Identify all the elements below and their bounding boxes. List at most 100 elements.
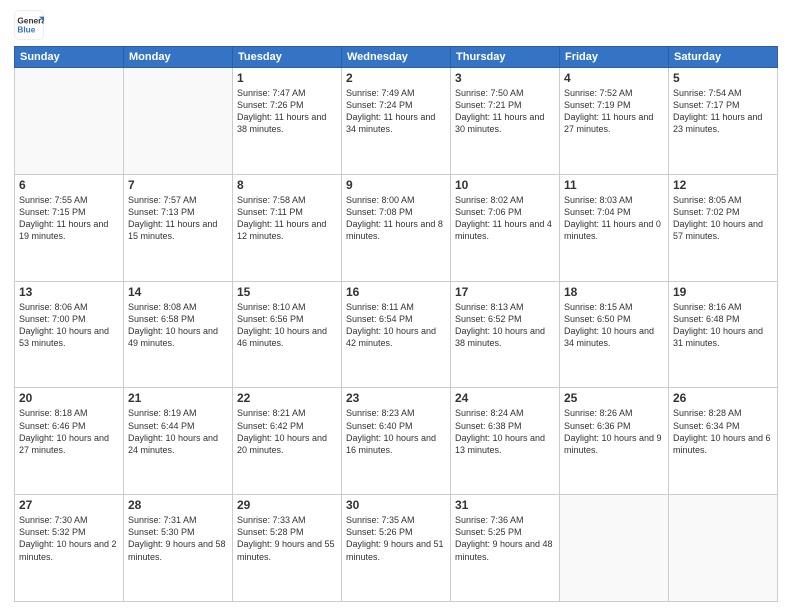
- day-info: Sunrise: 8:24 AM Sunset: 6:38 PM Dayligh…: [455, 407, 555, 456]
- logo-icon: General Blue: [14, 10, 44, 40]
- day-number: 14: [128, 285, 228, 299]
- day-info: Sunrise: 8:21 AM Sunset: 6:42 PM Dayligh…: [237, 407, 337, 456]
- calendar-week-row: 27 Sunrise: 7:30 AM Sunset: 5:32 PM Dayli…: [15, 495, 778, 602]
- calendar-week-row: 6Sunrise: 7:55 AM Sunset: 7:15 PM Daylig…: [15, 174, 778, 281]
- calendar-cell: 13 Sunrise: 8:06 AM Sunset: 7:00 PM Dayli…: [15, 281, 124, 388]
- calendar-header-row: SundayMondayTuesdayWednesdayThursdayFrid…: [15, 47, 778, 68]
- day-number: 26: [673, 391, 773, 405]
- calendar-cell: 3 Sunrise: 7:50 AM Sunset: 7:21 PM Daylig…: [451, 68, 560, 175]
- day-number: 3: [455, 71, 555, 85]
- calendar-cell: 27 Sunrise: 7:30 AM Sunset: 5:32 PM Dayli…: [15, 495, 124, 602]
- calendar-cell: 18 Sunrise: 8:15 AM Sunset: 6:50 PM Dayli…: [560, 281, 669, 388]
- day-info: Sunrise: 8:28 AM Sunset: 6:34 PM Dayligh…: [673, 407, 773, 456]
- weekday-header: Wednesday: [342, 47, 451, 68]
- day-number: 13: [19, 285, 119, 299]
- day-number: 1: [237, 71, 337, 85]
- calendar-cell: 30Sunrise: 7:35 AM Sunset: 5:26 PM Dayli…: [342, 495, 451, 602]
- calendar-cell: 6Sunrise: 7:55 AM Sunset: 7:15 PM Daylig…: [15, 174, 124, 281]
- day-number: 19: [673, 285, 773, 299]
- day-info: Sunrise: 8:16 AM Sunset: 6:48 PM Dayligh…: [673, 301, 773, 350]
- calendar-week-row: 20Sunrise: 8:18 AM Sunset: 6:46 PM Dayli…: [15, 388, 778, 495]
- day-number: 6: [19, 178, 119, 192]
- day-number: 8: [237, 178, 337, 192]
- calendar-cell: 8 Sunrise: 7:58 AM Sunset: 7:11 PM Daylig…: [233, 174, 342, 281]
- calendar-cell: 16 Sunrise: 8:11 AM Sunset: 6:54 PM Dayli…: [342, 281, 451, 388]
- day-info: Sunrise: 8:10 AM Sunset: 6:56 PM Dayligh…: [237, 301, 337, 350]
- day-info: Sunrise: 8:26 AM Sunset: 6:36 PM Dayligh…: [564, 407, 664, 456]
- calendar-cell: 10 Sunrise: 8:02 AM Sunset: 7:06 PM Dayli…: [451, 174, 560, 281]
- day-info: Sunrise: 7:47 AM Sunset: 7:26 PM Dayligh…: [237, 87, 337, 136]
- calendar-cell: 2 Sunrise: 7:49 AM Sunset: 7:24 PM Daylig…: [342, 68, 451, 175]
- day-info: Sunrise: 7:31 AM Sunset: 5:30 PM Dayligh…: [128, 514, 228, 563]
- calendar-cell: 9 Sunrise: 8:00 AM Sunset: 7:08 PM Daylig…: [342, 174, 451, 281]
- day-number: 10: [455, 178, 555, 192]
- day-number: 17: [455, 285, 555, 299]
- weekday-header: Tuesday: [233, 47, 342, 68]
- calendar-cell: [560, 495, 669, 602]
- calendar-cell: 1 Sunrise: 7:47 AM Sunset: 7:26 PM Daylig…: [233, 68, 342, 175]
- day-info: Sunrise: 7:30 AM Sunset: 5:32 PM Dayligh…: [19, 514, 119, 563]
- day-info: Sunrise: 8:00 AM Sunset: 7:08 PM Dayligh…: [346, 194, 446, 243]
- day-info: Sunrise: 8:11 AM Sunset: 6:54 PM Dayligh…: [346, 301, 446, 350]
- calendar-cell: 25Sunrise: 8:26 AM Sunset: 6:36 PM Dayli…: [560, 388, 669, 495]
- logo: General Blue: [14, 10, 48, 40]
- day-number: 2: [346, 71, 446, 85]
- calendar-cell: 14Sunrise: 8:08 AM Sunset: 6:58 PM Dayli…: [124, 281, 233, 388]
- header: General Blue: [14, 10, 778, 40]
- day-number: 23: [346, 391, 446, 405]
- calendar-cell: 21 Sunrise: 8:19 AM Sunset: 6:44 PM Dayli…: [124, 388, 233, 495]
- calendar-cell: 22 Sunrise: 8:21 AM Sunset: 6:42 PM Dayli…: [233, 388, 342, 495]
- day-info: Sunrise: 7:36 AM Sunset: 5:25 PM Dayligh…: [455, 514, 555, 563]
- calendar-cell: 15 Sunrise: 8:10 AM Sunset: 6:56 PM Dayli…: [233, 281, 342, 388]
- calendar-week-row: 13 Sunrise: 8:06 AM Sunset: 7:00 PM Dayli…: [15, 281, 778, 388]
- day-info: Sunrise: 8:19 AM Sunset: 6:44 PM Dayligh…: [128, 407, 228, 456]
- calendar-cell: 11 Sunrise: 8:03 AM Sunset: 7:04 PM Dayli…: [560, 174, 669, 281]
- day-info: Sunrise: 7:57 AM Sunset: 7:13 PM Dayligh…: [128, 194, 228, 243]
- day-number: 28: [128, 498, 228, 512]
- calendar-cell: [124, 68, 233, 175]
- day-number: 22: [237, 391, 337, 405]
- day-info: Sunrise: 7:52 AM Sunset: 7:19 PM Dayligh…: [564, 87, 664, 136]
- day-info: Sunrise: 8:06 AM Sunset: 7:00 PM Dayligh…: [19, 301, 119, 350]
- calendar-week-row: 1 Sunrise: 7:47 AM Sunset: 7:26 PM Daylig…: [15, 68, 778, 175]
- calendar-cell: 7 Sunrise: 7:57 AM Sunset: 7:13 PM Daylig…: [124, 174, 233, 281]
- weekday-header: Monday: [124, 47, 233, 68]
- day-number: 29: [237, 498, 337, 512]
- weekday-header: Sunday: [15, 47, 124, 68]
- calendar-cell: 20Sunrise: 8:18 AM Sunset: 6:46 PM Dayli…: [15, 388, 124, 495]
- day-number: 16: [346, 285, 446, 299]
- calendar-cell: 29 Sunrise: 7:33 AM Sunset: 5:28 PM Dayli…: [233, 495, 342, 602]
- calendar-cell: 19 Sunrise: 8:16 AM Sunset: 6:48 PM Dayli…: [669, 281, 778, 388]
- day-info: Sunrise: 7:33 AM Sunset: 5:28 PM Dayligh…: [237, 514, 337, 563]
- calendar-table: SundayMondayTuesdayWednesdayThursdayFrid…: [14, 46, 778, 602]
- day-number: 27: [19, 498, 119, 512]
- day-info: Sunrise: 8:02 AM Sunset: 7:06 PM Dayligh…: [455, 194, 555, 243]
- calendar-cell: 28 Sunrise: 7:31 AM Sunset: 5:30 PM Dayli…: [124, 495, 233, 602]
- day-info: Sunrise: 8:18 AM Sunset: 6:46 PM Dayligh…: [19, 407, 119, 456]
- day-number: 24: [455, 391, 555, 405]
- day-info: Sunrise: 8:23 AM Sunset: 6:40 PM Dayligh…: [346, 407, 446, 456]
- day-number: 18: [564, 285, 664, 299]
- calendar-cell: 4Sunrise: 7:52 AM Sunset: 7:19 PM Daylig…: [560, 68, 669, 175]
- day-number: 15: [237, 285, 337, 299]
- calendar-cell: 31 Sunrise: 7:36 AM Sunset: 5:25 PM Dayli…: [451, 495, 560, 602]
- weekday-header: Saturday: [669, 47, 778, 68]
- day-info: Sunrise: 7:50 AM Sunset: 7:21 PM Dayligh…: [455, 87, 555, 136]
- day-number: 30: [346, 498, 446, 512]
- day-number: 12: [673, 178, 773, 192]
- day-number: 9: [346, 178, 446, 192]
- calendar-cell: 23 Sunrise: 8:23 AM Sunset: 6:40 PM Dayli…: [342, 388, 451, 495]
- svg-text:Blue: Blue: [17, 25, 35, 35]
- day-info: Sunrise: 7:49 AM Sunset: 7:24 PM Dayligh…: [346, 87, 446, 136]
- day-number: 31: [455, 498, 555, 512]
- page: General Blue SundayMondayTuesdayWednesda…: [0, 0, 792, 612]
- calendar-cell: 5Sunrise: 7:54 AM Sunset: 7:17 PM Daylig…: [669, 68, 778, 175]
- day-info: Sunrise: 8:15 AM Sunset: 6:50 PM Dayligh…: [564, 301, 664, 350]
- calendar-cell: 26 Sunrise: 8:28 AM Sunset: 6:34 PM Dayli…: [669, 388, 778, 495]
- day-info: Sunrise: 8:03 AM Sunset: 7:04 PM Dayligh…: [564, 194, 664, 243]
- day-number: 5: [673, 71, 773, 85]
- day-info: Sunrise: 7:58 AM Sunset: 7:11 PM Dayligh…: [237, 194, 337, 243]
- day-number: 7: [128, 178, 228, 192]
- day-number: 21: [128, 391, 228, 405]
- day-number: 11: [564, 178, 664, 192]
